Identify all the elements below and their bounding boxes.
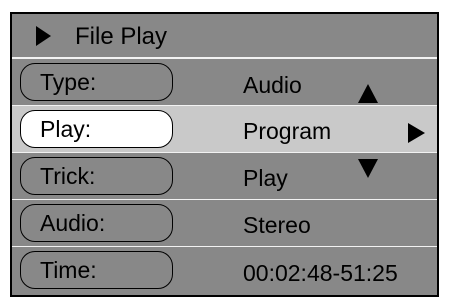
audio-label-pill: Audio:: [20, 204, 173, 242]
up-arrow-icon[interactable]: [358, 84, 378, 103]
audio-value: Stereo: [243, 212, 311, 238]
time-label: Time:: [40, 257, 97, 283]
play-value: Program: [243, 118, 332, 144]
right-arrow-icon[interactable]: [408, 123, 425, 143]
play-label-pill: Play:: [20, 110, 173, 148]
menu-row-play[interactable]: Play: Program: [12, 105, 437, 152]
time-value: 00:02:48-51:25: [243, 260, 398, 286]
trick-label: Trick:: [40, 163, 96, 189]
type-label-pill: Type:: [20, 63, 173, 101]
menu-row-time[interactable]: Time: 00:02:48-51:25: [12, 246, 437, 295]
play-label: Play:: [40, 116, 92, 142]
file-play-menu-panel: File Play Type: Audio Play: Program Tric…: [10, 12, 439, 297]
trick-value: Play: [243, 165, 288, 191]
down-arrow-icon[interactable]: [358, 159, 378, 178]
time-label-pill: Time:: [20, 251, 173, 289]
menu-row-audio[interactable]: Audio: Stereo: [12, 199, 437, 246]
menu-title: File Play: [75, 23, 168, 50]
menu-header: File Play: [12, 14, 437, 58]
type-label: Type:: [40, 69, 97, 95]
trick-label-pill: Trick:: [20, 157, 173, 195]
audio-label: Audio:: [40, 210, 106, 236]
play-triangle-icon: [36, 26, 51, 46]
type-value: Audio: [243, 72, 302, 98]
